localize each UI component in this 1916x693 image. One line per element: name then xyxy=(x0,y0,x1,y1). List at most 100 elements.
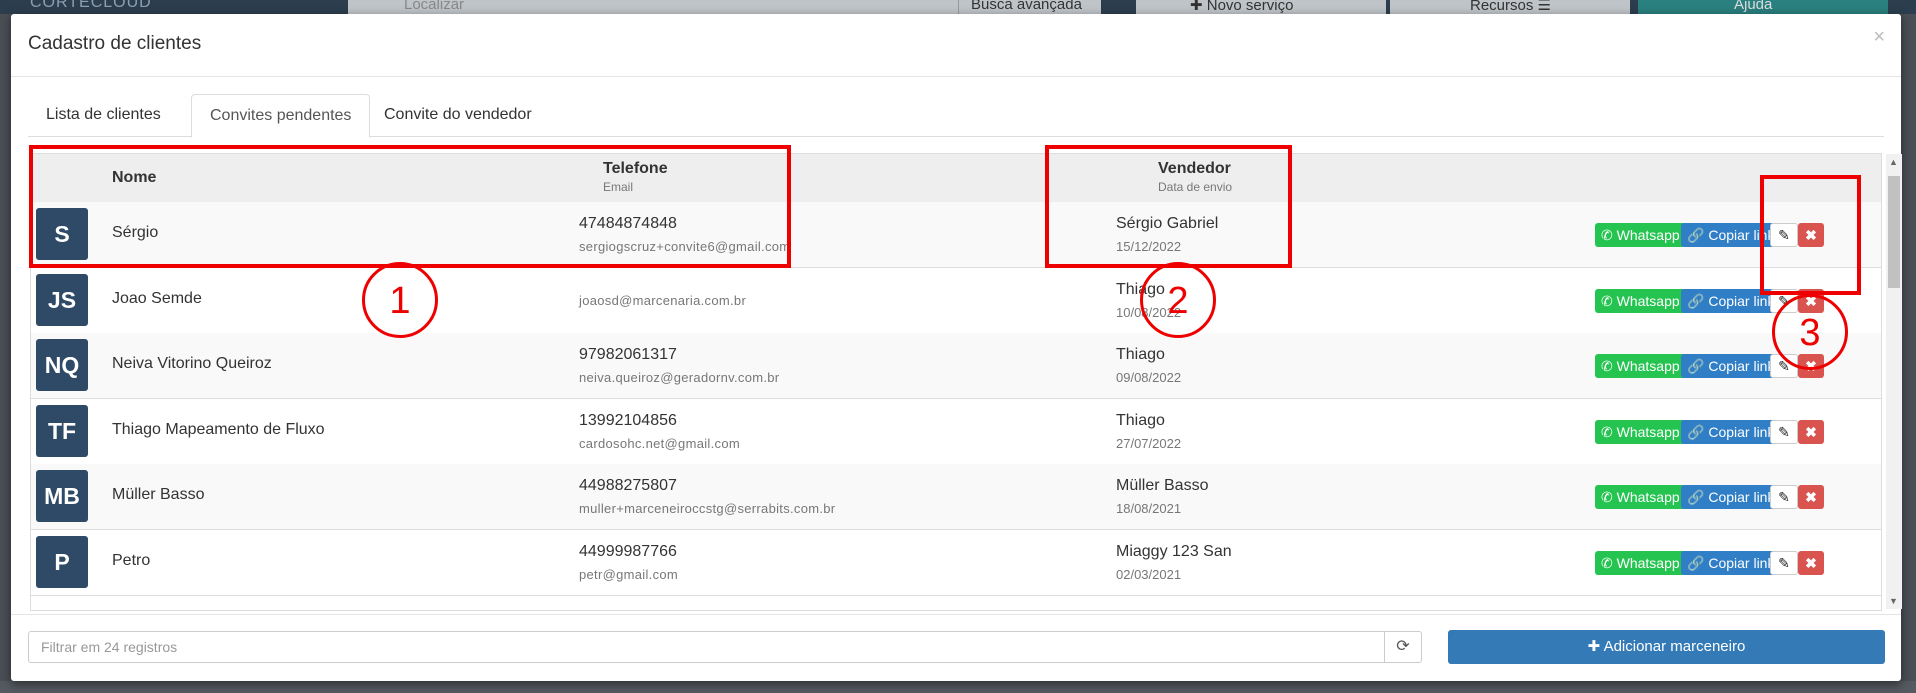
background-search-placeholder: Localizar xyxy=(404,0,465,13)
copy-link-button[interactable]: 🔗 Copiar link xyxy=(1681,419,1776,444)
tab-bar: Lista de clientes Convites pendentes Con… xyxy=(28,94,1884,138)
delete-icon[interactable]: ✖ xyxy=(1798,485,1824,509)
whatsapp-icon: ✆ xyxy=(1601,554,1613,571)
link-icon: 🔗 xyxy=(1687,227,1705,243)
whatsapp-label: Whatsapp xyxy=(1616,489,1680,505)
app-logo: CORTECLOUD xyxy=(30,0,152,11)
seller-name: Thiago xyxy=(1116,346,1165,363)
client-phone: 44988275807 xyxy=(579,477,677,494)
whatsapp-label: Whatsapp xyxy=(1616,358,1680,374)
background-help-label: Ajuda xyxy=(1734,0,1773,13)
whatsapp-button[interactable]: ✆ Whatsapp xyxy=(1595,485,1687,509)
client-email: joaosd@marcenaria.com.br xyxy=(579,292,747,308)
avatar: JS xyxy=(36,273,88,326)
table-row[interactable]: NQ Neiva Vitorino Queiroz 97982061317 neiva… xyxy=(31,333,1881,399)
annotation-box-3 xyxy=(1760,175,1861,295)
client-name: Thiago Mapeamento de Fluxo xyxy=(112,420,325,438)
whatsapp-label: Whatsapp xyxy=(1616,554,1680,571)
copy-link-label: Copiar link xyxy=(1708,358,1775,374)
background-new-service-label: ✚ Novo serviço xyxy=(1190,0,1294,14)
delete-icon[interactable]: ✖ xyxy=(1798,550,1824,575)
tab-client-list[interactable]: Lista de clientes xyxy=(28,94,179,135)
scrollbar-thumb[interactable] xyxy=(1888,176,1900,288)
avatar: MB xyxy=(36,470,88,522)
filter-input[interactable] xyxy=(28,631,1385,663)
background-advanced-search-label: Busca avançada xyxy=(971,0,1082,13)
copy-link-label: Copiar link xyxy=(1708,489,1775,505)
scroll-down-icon[interactable]: ▼ xyxy=(1889,596,1898,606)
edit-icon[interactable]: ✎ xyxy=(1770,550,1798,575)
background-help-button: Ajuda xyxy=(1638,0,1888,14)
table-scrollbar[interactable]: ▲ ▼ xyxy=(1886,154,1902,609)
client-name: Joao Semde xyxy=(112,289,202,307)
send-date: 09/08/2022 xyxy=(1116,370,1182,385)
add-carpenter-button[interactable]: ✚ Adicionar marceneiro xyxy=(1448,630,1885,664)
whatsapp-button[interactable]: ✆ Whatsapp xyxy=(1595,550,1687,575)
table-row[interactable]: JS Joao Semde joaosd@marcenaria.com.br Thia… xyxy=(31,268,1881,334)
whatsapp-label: Whatsapp xyxy=(1616,292,1680,309)
refresh-icon[interactable]: ⟳ xyxy=(1384,631,1422,663)
avatar: TF xyxy=(36,404,88,457)
background-resources-label: Recursos ☰ xyxy=(1470,0,1551,14)
avatar: P xyxy=(36,535,88,588)
copy-link-button[interactable]: 🔗 Copiar link xyxy=(1681,550,1776,575)
link-icon: 🔗 xyxy=(1687,292,1705,309)
annotation-marker-2: 2 xyxy=(1140,262,1216,338)
link-icon: 🔗 xyxy=(1687,554,1705,571)
client-phone: 97982061317 xyxy=(579,346,677,363)
delete-icon[interactable]: ✖ xyxy=(1798,419,1824,444)
whatsapp-label: Whatsapp xyxy=(1616,227,1680,243)
whatsapp-label: Whatsapp xyxy=(1616,423,1680,440)
link-icon: 🔗 xyxy=(1687,489,1705,505)
annotation-marker-1: 1 xyxy=(362,262,438,338)
copy-link-button[interactable]: 🔗 Copiar link xyxy=(1681,354,1776,378)
modal-footer: ⟳ ✚ Adicionar marceneiro xyxy=(11,614,1901,682)
background-new-service-button: ✚ Novo serviço xyxy=(1136,0,1386,14)
link-icon: 🔗 xyxy=(1687,423,1705,440)
scroll-up-icon[interactable]: ▲ xyxy=(1889,157,1898,167)
client-email: muller+marceneiroccstg@serrabits.com.br xyxy=(579,501,836,516)
background-search-box: Localizar xyxy=(348,0,958,14)
background-top-bar: CORTECLOUD Localizar Busca avançada ✚ No… xyxy=(0,0,1916,14)
client-phone: 13992104856 xyxy=(579,411,677,429)
annotation-box-1 xyxy=(29,145,791,268)
copy-link-label: Copiar link xyxy=(1708,554,1775,571)
edit-icon[interactable]: ✎ xyxy=(1770,485,1798,509)
client-name: Neiva Vitorino Queiroz xyxy=(112,355,272,372)
seller-name: Thiago xyxy=(1116,411,1165,429)
whatsapp-button[interactable]: ✆ Whatsapp xyxy=(1595,354,1687,378)
client-registration-modal: Cadastro de clientes × Lista de clientes… xyxy=(11,14,1902,682)
table-row[interactable]: TF Thiago Mapeamento de Fluxo 13992104856 c… xyxy=(31,399,1881,465)
client-phone: 44999987766 xyxy=(579,542,677,560)
background-resources-button: Recursos ☰ xyxy=(1390,0,1630,14)
edit-icon[interactable]: ✎ xyxy=(1770,419,1798,444)
send-date: 02/03/2021 xyxy=(1116,566,1182,582)
client-name: Müller Basso xyxy=(112,486,205,503)
seller-name: Miaggy 123 San xyxy=(1116,542,1232,560)
whatsapp-icon: ✆ xyxy=(1601,489,1613,505)
whatsapp-icon: ✆ xyxy=(1601,358,1613,374)
table-row[interactable]: P Petro 44999987766 petr@gmail.com Miaggy 12… xyxy=(31,530,1881,596)
whatsapp-button[interactable]: ✆ Whatsapp xyxy=(1595,288,1687,313)
link-icon: 🔗 xyxy=(1687,358,1705,374)
whatsapp-button[interactable]: ✆ Whatsapp xyxy=(1595,223,1687,247)
background-bottom-strip xyxy=(0,681,1916,693)
whatsapp-button[interactable]: ✆ Whatsapp xyxy=(1595,419,1687,444)
client-email: neiva.queiroz@geradornv.com.br xyxy=(579,370,780,385)
client-email: petr@gmail.com xyxy=(579,566,679,582)
client-email: cardosohc.net@gmail.com xyxy=(579,435,740,451)
tab-seller-invite[interactable]: Convite do vendedor xyxy=(366,94,550,135)
table-row[interactable]: MB Müller Basso 44988275807 muller+marcenei… xyxy=(31,464,1881,530)
copy-link-label: Copiar link xyxy=(1708,423,1775,440)
modal-header: Cadastro de clientes × xyxy=(11,14,1901,77)
whatsapp-icon: ✆ xyxy=(1601,292,1613,309)
background-advanced-search-button: Busca avançada xyxy=(958,0,1101,14)
annotation-marker-3: 3 xyxy=(1772,294,1848,370)
copy-link-button[interactable]: 🔗 Copiar link xyxy=(1681,485,1776,509)
tab-pending-invites[interactable]: Convites pendentes xyxy=(191,94,371,138)
close-icon[interactable]: × xyxy=(1873,26,1885,49)
whatsapp-icon: ✆ xyxy=(1601,423,1613,440)
modal-title: Cadastro de clientes xyxy=(28,33,202,54)
client-name: Petro xyxy=(112,551,151,569)
avatar: NQ xyxy=(36,339,88,391)
